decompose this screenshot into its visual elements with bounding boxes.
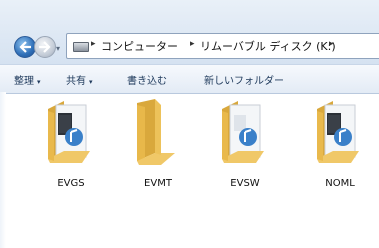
empty-folder-icon	[137, 99, 175, 165]
share-label: 共有	[66, 76, 86, 87]
folder-item-evgs[interactable]: EVGS	[36, 95, 106, 195]
command-bar: 整理 ▾ 共有 ▾ 書き込む 新しいフォルダー	[0, 64, 379, 94]
address-bar[interactable]: ▸ コンピューター ▸ リムーバブル ディスク (K:) ▸	[66, 33, 379, 59]
chevron-down-icon: ▾	[37, 78, 41, 86]
folder-label: NOML	[325, 178, 355, 189]
breadcrumb-separator[interactable]: ▸	[329, 39, 334, 49]
folder-item-evmt[interactable]: EVMT	[123, 95, 193, 195]
media-folder-icon	[317, 101, 359, 163]
folder-label: EVSW	[230, 178, 260, 189]
organize-label: 整理	[14, 76, 34, 87]
forward-arrow-icon	[39, 41, 51, 53]
breadcrumb-computer[interactable]: コンピューター	[101, 38, 178, 54]
folder-item-noml[interactable]: NOML	[305, 95, 375, 195]
breadcrumb-removable-disk[interactable]: リムーバブル ディスク (K:)	[200, 38, 336, 54]
folder-item-evsw[interactable]: EVSW	[210, 95, 280, 195]
share-button[interactable]: 共有 ▾	[66, 72, 93, 87]
history-dropdown-icon[interactable]: ▾	[56, 44, 60, 53]
navigation-pane-edge	[0, 92, 6, 248]
address-area: ▾ ▸ コンピューター ▸ リムーバブル ディスク (K:) ▸	[0, 0, 379, 64]
folder-label: EVGS	[57, 178, 85, 189]
organize-button[interactable]: 整理 ▾	[14, 72, 41, 87]
back-arrow-icon	[19, 41, 31, 53]
burn-button[interactable]: 書き込む	[127, 72, 167, 87]
breadcrumb-separator[interactable]: ▸	[91, 39, 96, 49]
back-button[interactable]	[14, 36, 36, 58]
breadcrumb-separator[interactable]: ▸	[190, 39, 195, 49]
folder-label: EVMT	[144, 178, 172, 189]
drive-icon	[73, 42, 89, 52]
explorer-window: ▾ ▸ コンピューター ▸ リムーバブル ディスク (K:) ▸ 整理 ▾ 共有 ▾…	[0, 0, 379, 248]
chevron-down-icon: ▾	[89, 78, 93, 86]
media-folder-icon	[48, 101, 90, 163]
new-folder-button[interactable]: 新しいフォルダー	[204, 72, 284, 87]
forward-button[interactable]	[34, 36, 56, 58]
audio-folder-icon	[222, 101, 264, 163]
